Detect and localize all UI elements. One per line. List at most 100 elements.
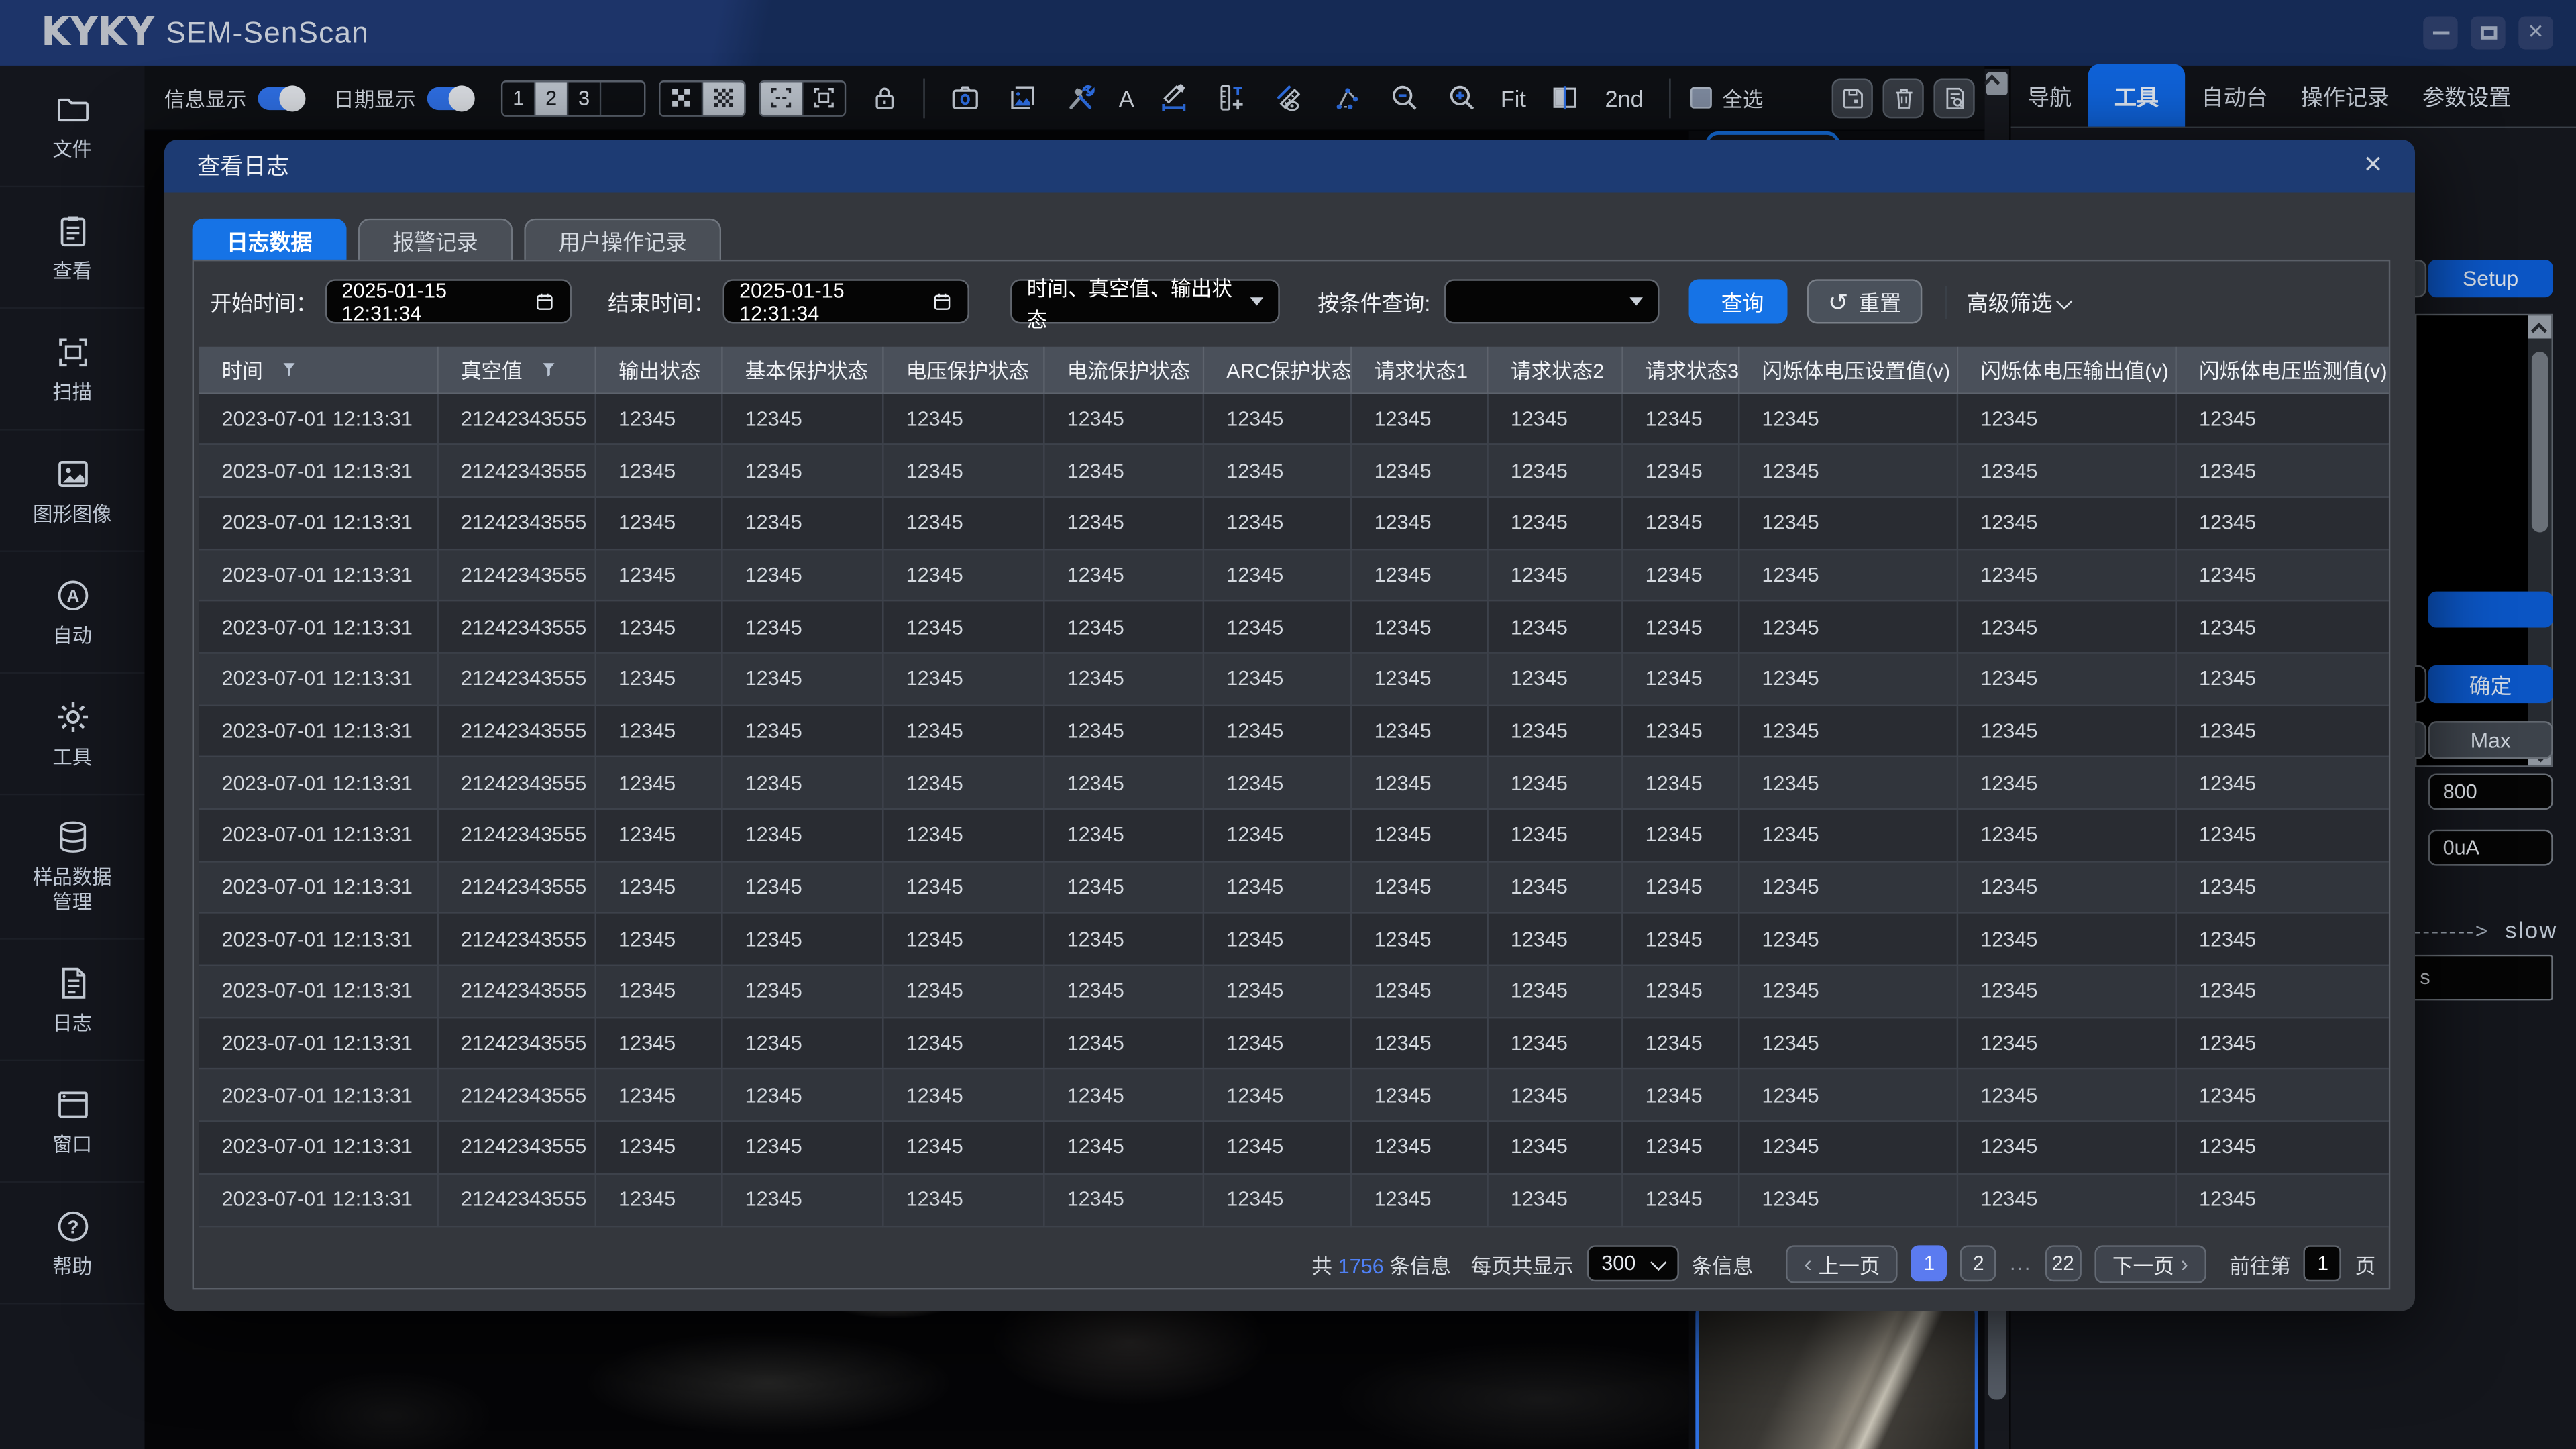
table-row-7[interactable]: 2023-07-01 12:13:31212423435551234512345… xyxy=(199,705,2388,757)
sidebar-item-5[interactable]: A 自动 xyxy=(0,552,145,674)
delete-image-button[interactable] xyxy=(1883,78,1924,117)
select-all-checkbox[interactable] xyxy=(1691,87,1713,109)
page-button-2[interactable]: 2 xyxy=(1961,1245,1997,1281)
info-display-toggle[interactable] xyxy=(258,87,305,109)
blue-action-button[interactable] xyxy=(2428,592,2553,628)
table-row-12[interactable]: 2023-07-01 12:13:31212423435551234512345… xyxy=(199,965,2388,1018)
right-tab-参数设置[interactable]: 参数设置 xyxy=(2406,64,2528,127)
sidebar-item-4[interactable]: 图形图像 xyxy=(0,431,145,552)
table-row-15[interactable]: 2023-07-01 12:13:31212423435551234512345… xyxy=(199,1122,2388,1174)
second-view-button[interactable]: 2nd xyxy=(1605,85,1644,111)
max-button[interactable]: Max xyxy=(2428,721,2553,759)
scroll-up-button[interactable] xyxy=(1986,72,2008,95)
table-row-4[interactable]: 2023-07-01 12:13:31212423435551234512345… xyxy=(199,549,2388,601)
page-button-22[interactable]: 22 xyxy=(2045,1245,2081,1281)
scan-line-frame-icon[interactable] xyxy=(761,81,804,114)
prev-page-button[interactable]: ‹ 上一页 xyxy=(1786,1244,1898,1282)
checkerboard-dense-icon[interactable] xyxy=(703,81,744,114)
goto-page-input[interactable]: 1 xyxy=(2304,1245,2342,1281)
table-cell: 12345 xyxy=(1043,757,1203,810)
sidebar-item-7[interactable]: 样品数据管理 xyxy=(0,795,145,940)
image-edit-icon[interactable] xyxy=(1004,78,1040,117)
right-tab-自动台[interactable]: 自动台 xyxy=(2185,64,2284,127)
view-report-button[interactable] xyxy=(1934,78,1975,117)
condition-select[interactable] xyxy=(1444,279,1659,323)
close-button[interactable]: × xyxy=(2518,16,2553,49)
table-row-10[interactable]: 2023-07-01 12:13:31212423435551234512345… xyxy=(199,861,2388,914)
query-button[interactable]: 查询 xyxy=(1688,279,1787,323)
table-row-11[interactable]: 2023-07-01 12:13:31212423435551234512345… xyxy=(199,913,2388,965)
table-row-3[interactable]: 2023-07-01 12:13:31212423435551234512345… xyxy=(199,497,2388,549)
gallery-thumbnail-image[interactable] xyxy=(1695,1301,1978,1449)
maximize-icon xyxy=(2480,26,2496,40)
advanced-filter-button[interactable]: 高级筛选 xyxy=(1967,286,2070,317)
table-row-6[interactable]: 2023-07-01 12:13:31212423435551234512345… xyxy=(199,653,2388,705)
current-input[interactable]: 0uA xyxy=(2428,830,2553,866)
ruler-eye-icon[interactable] xyxy=(1271,78,1307,117)
maximize-button[interactable] xyxy=(2471,16,2505,49)
column-header-1[interactable]: 时间 xyxy=(199,347,437,393)
text-annotation-button[interactable]: A xyxy=(1119,85,1134,111)
dialog-tab-日志数据[interactable]: 日志数据 xyxy=(193,219,347,260)
tools-icon[interactable] xyxy=(1061,78,1097,117)
ruler-label-icon[interactable] xyxy=(1213,78,1249,117)
table-row-8[interactable]: 2023-07-01 12:13:31212423435551234512345… xyxy=(199,757,2388,810)
table-row-5[interactable]: 2023-07-01 12:13:31212423435551234512345… xyxy=(199,601,2388,653)
reset-button[interactable]: ↺ 重置 xyxy=(1807,279,1923,323)
scrollbar-thumb[interactable] xyxy=(1988,1298,2006,1400)
list-scroll-thumb[interactable] xyxy=(2532,352,2548,532)
table-cell: 12345 xyxy=(1350,913,1487,965)
sidebar-item-9[interactable]: 窗口 xyxy=(0,1061,145,1183)
minimize-button[interactable] xyxy=(2423,16,2457,49)
dialog-tab-报警记录[interactable]: 报警记录 xyxy=(358,219,513,260)
view-count-3[interactable]: 3 xyxy=(568,81,601,114)
filter-icon[interactable] xyxy=(279,360,299,380)
filter-icon[interactable] xyxy=(539,360,558,380)
table-row-2[interactable]: 2023-07-01 12:13:31212423435551234512345… xyxy=(199,445,2388,497)
view-count-1[interactable]: 1 xyxy=(502,81,535,114)
table-cell: 12345 xyxy=(1043,861,1203,914)
table-row-16[interactable]: 2023-07-01 12:13:31212423435551234512345… xyxy=(199,1173,2388,1226)
dialog-close-icon[interactable]: × xyxy=(2354,145,2392,188)
sidebar-item-1[interactable]: 文件 xyxy=(0,66,145,187)
view-count-2[interactable]: 2 xyxy=(535,81,568,114)
zoom-out-icon[interactable] xyxy=(1385,78,1421,117)
field-select[interactable]: 时间、真空值、输出状态 xyxy=(1010,279,1280,323)
setup-button[interactable]: Setup xyxy=(2428,260,2553,297)
table-row-9[interactable]: 2023-07-01 12:13:31212423435551234512345… xyxy=(199,809,2388,861)
sidebar-item-2[interactable]: 查看 xyxy=(0,187,145,309)
dialog-tab-用户操作记录[interactable]: 用户操作记录 xyxy=(524,219,721,260)
end-time-input[interactable]: 2025-01-15 12:31:34 xyxy=(723,279,969,323)
split-view-icon[interactable] xyxy=(1548,78,1584,117)
view-count-blank[interactable] xyxy=(601,81,644,114)
list-scroll-up[interactable] xyxy=(2528,315,2551,338)
column-header-2[interactable]: 真空值 xyxy=(437,347,594,393)
lock-icon[interactable] xyxy=(866,78,902,117)
sidebar-item-8[interactable]: 日志 xyxy=(0,940,145,1061)
scan-rect-frame-icon[interactable] xyxy=(804,81,845,114)
sidebar-item-3[interactable]: 扫描 xyxy=(0,309,145,430)
angle-measure-icon[interactable] xyxy=(1328,78,1364,117)
next-page-button[interactable]: 下一页 › xyxy=(2094,1244,2206,1282)
voltage-input[interactable]: 800 xyxy=(2428,773,2553,810)
save-image-button[interactable] xyxy=(1832,78,1873,117)
right-tab-操作记录[interactable]: 操作记录 xyxy=(2284,64,2406,127)
sidebar-item-6[interactable]: 工具 xyxy=(0,674,145,795)
partial-text-box[interactable]: s xyxy=(2405,955,2553,1001)
table-row-13[interactable]: 2023-07-01 12:13:31212423435551234512345… xyxy=(199,1018,2388,1070)
page-button-1[interactable]: 1 xyxy=(1911,1245,1947,1281)
right-tab-导航[interactable]: 导航 xyxy=(2011,64,2088,127)
right-tab-工具[interactable]: 工具 xyxy=(2088,64,2185,127)
camera-icon[interactable] xyxy=(947,78,983,117)
sidebar-item-10[interactable]: ? 帮助 xyxy=(0,1183,145,1304)
table-row-14[interactable]: 2023-07-01 12:13:31212423435551234512345… xyxy=(199,1069,2388,1122)
zoom-in-icon[interactable] xyxy=(1443,78,1479,117)
per-page-select[interactable]: 300 xyxy=(1587,1245,1678,1281)
date-display-toggle[interactable] xyxy=(427,87,474,109)
pencil-measure-icon[interactable] xyxy=(1156,78,1192,117)
start-time-input[interactable]: 2025-01-15 12:31:34 xyxy=(325,279,572,323)
table-row-1[interactable]: 2023-07-01 12:13:31212423435551234512345… xyxy=(199,392,2388,445)
fit-button[interactable]: Fit xyxy=(1501,85,1526,111)
confirm-button[interactable]: 确定 xyxy=(2428,665,2553,703)
checkerboard-sparse-icon[interactable] xyxy=(661,81,704,114)
